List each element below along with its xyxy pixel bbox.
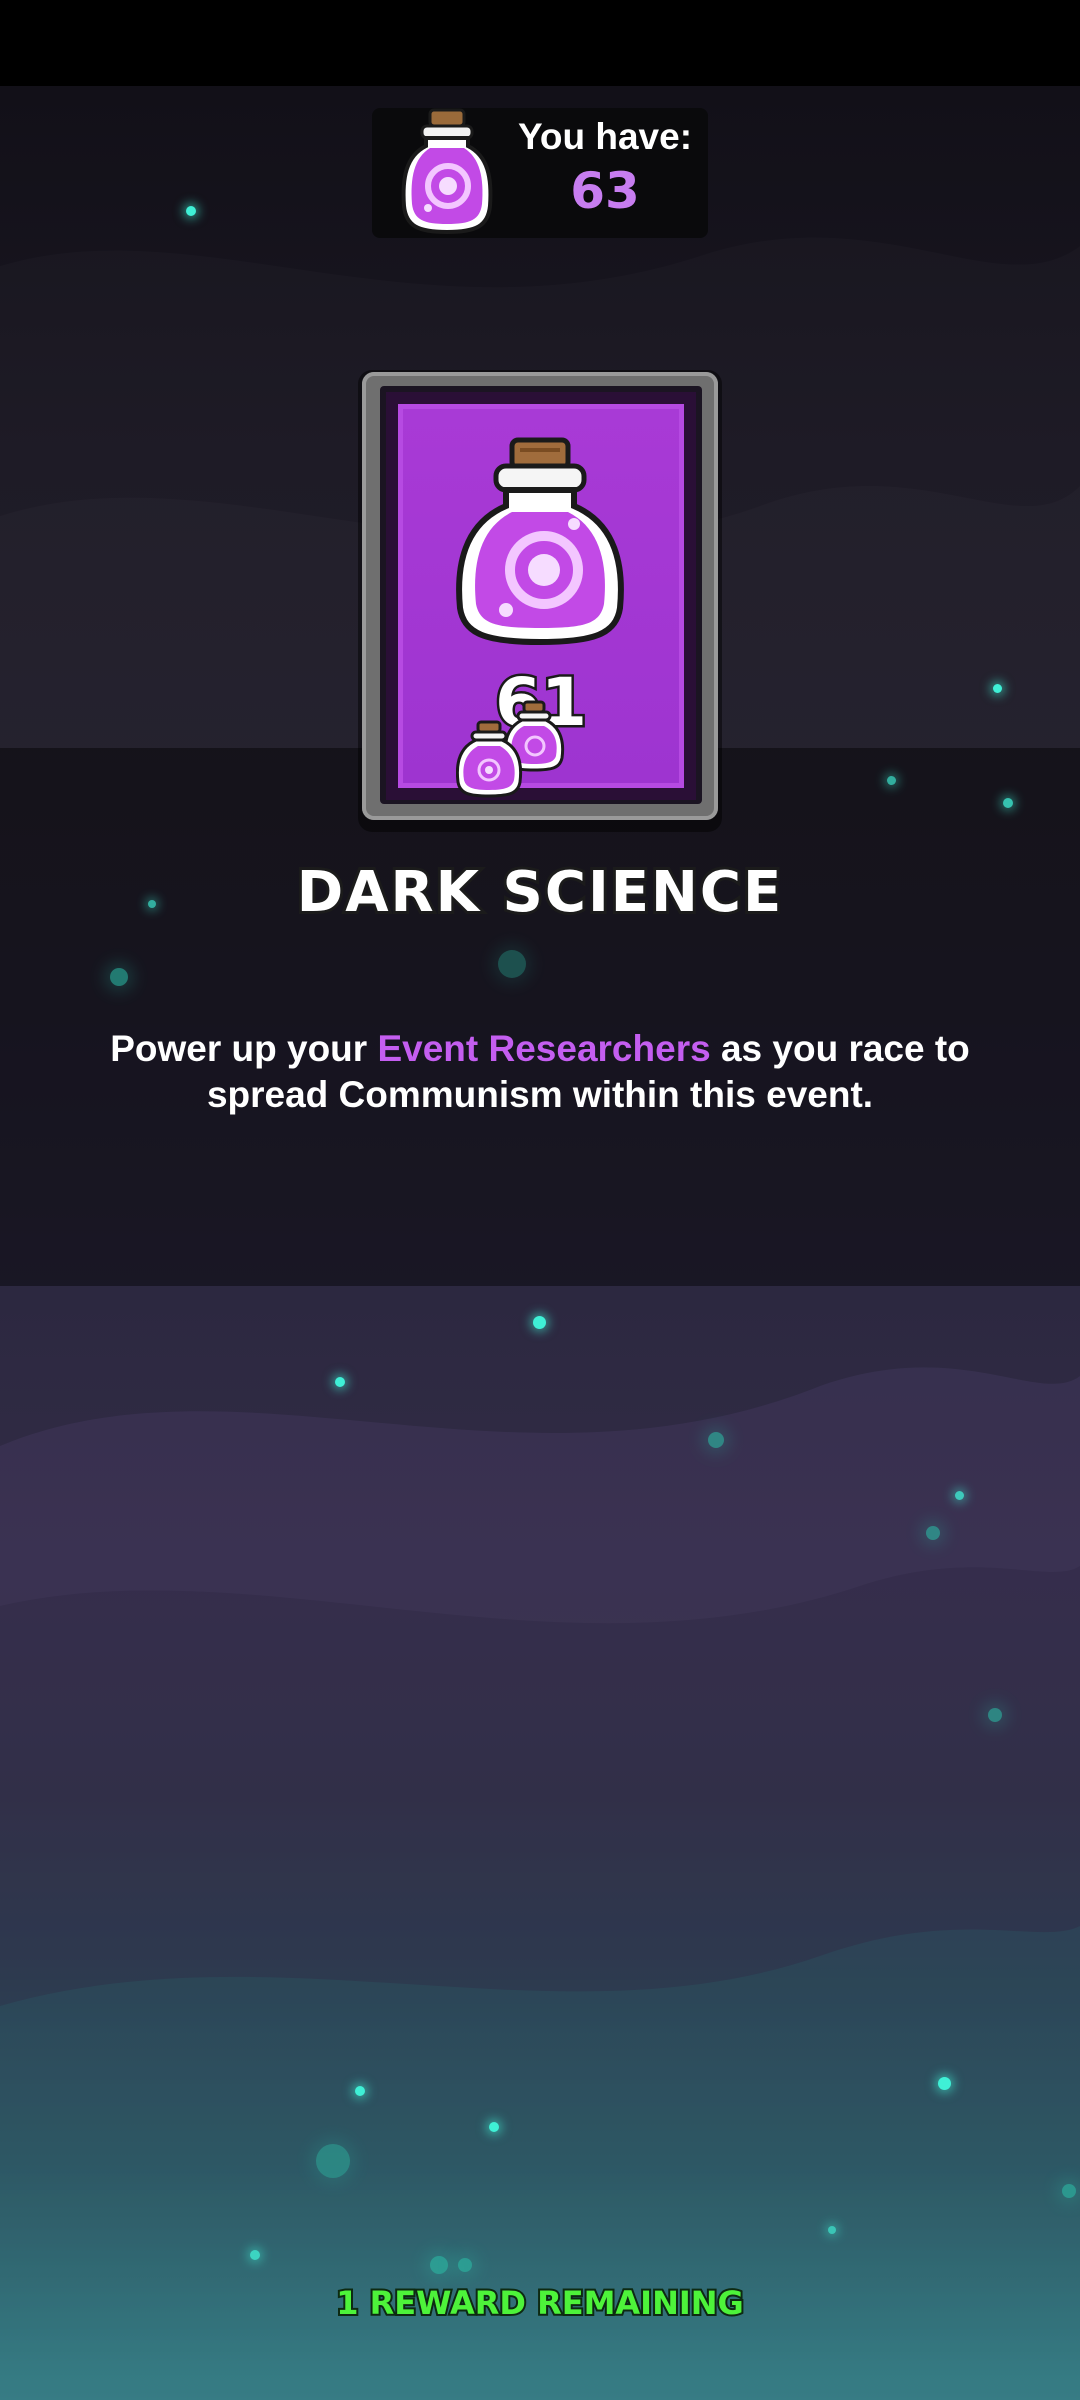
item-title: DARK SCIENCE bbox=[294, 857, 785, 928]
rewards-remaining-label: 1 REWARD REMAINING bbox=[334, 2282, 746, 2324]
particle bbox=[938, 2077, 951, 2090]
particle bbox=[988, 1708, 1002, 1722]
particle bbox=[1003, 798, 1013, 808]
currency-label: You have: bbox=[517, 116, 693, 157]
particle bbox=[316, 2144, 350, 2178]
particle bbox=[1062, 2184, 1076, 2198]
particle bbox=[955, 1491, 964, 1500]
description-highlight: Event Researchers bbox=[377, 1028, 711, 1069]
particle bbox=[110, 968, 128, 986]
particle bbox=[993, 684, 1002, 693]
status-bar bbox=[0, 0, 1080, 86]
particle bbox=[335, 1377, 345, 1387]
particle bbox=[533, 1316, 546, 1329]
particle bbox=[430, 2256, 448, 2274]
particle bbox=[926, 1526, 940, 1540]
description-text: Power up your bbox=[110, 1028, 378, 1069]
particle bbox=[708, 1432, 724, 1448]
dark-science-potion-icon bbox=[456, 437, 624, 646]
small-potions-icon bbox=[456, 700, 565, 798]
particle bbox=[887, 776, 896, 785]
item-description: Power up your Event Researchers as you r… bbox=[90, 1026, 990, 1118]
particle bbox=[250, 2250, 260, 2260]
particle bbox=[498, 950, 526, 978]
particle bbox=[489, 2122, 499, 2132]
currency-amount: 63 bbox=[570, 162, 640, 220]
particle bbox=[828, 2226, 836, 2234]
particle bbox=[186, 206, 196, 216]
particle bbox=[355, 2086, 365, 2096]
potion-icon bbox=[401, 108, 493, 235]
particle bbox=[458, 2258, 472, 2272]
currency-counter: You have: 63 bbox=[372, 108, 708, 238]
